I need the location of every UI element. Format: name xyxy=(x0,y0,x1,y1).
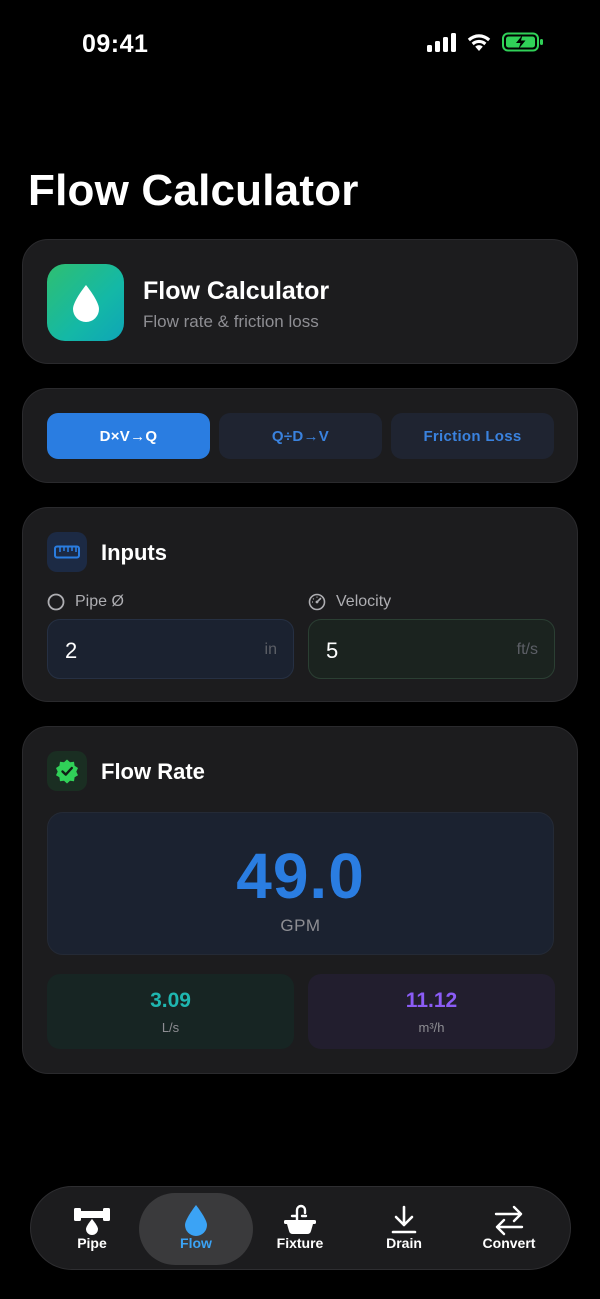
sink-icon xyxy=(280,1203,320,1237)
pipe-diameter-unit: in xyxy=(264,641,277,658)
tab-pipe[interactable]: Pipe xyxy=(35,1193,149,1265)
flow-rate-primary: 49.0 GPM xyxy=(47,812,554,955)
drain-icon xyxy=(384,1203,424,1237)
tab-drain[interactable]: Drain xyxy=(347,1193,461,1265)
verified-check-icon xyxy=(47,751,87,791)
tab-fixture[interactable]: Fixture xyxy=(243,1193,357,1265)
velocity-value: 5 xyxy=(326,638,339,663)
flow-rate-unit: GPM xyxy=(280,916,321,935)
velocity-label-text: Velocity xyxy=(336,593,392,610)
inputs-card: Inputs Pipe Ø Velocity 2 in 5 ft/s xyxy=(22,507,578,702)
mode-qdv-button[interactable]: Q÷D→V xyxy=(219,413,382,459)
flow-rate-liters-value: 3.09 xyxy=(150,989,191,1012)
flow-rate-liters-unit: L/s xyxy=(161,1020,180,1035)
status-bar: 09:41 xyxy=(0,0,600,90)
wifi-icon xyxy=(467,34,491,51)
tab-flow-label: Flow xyxy=(180,1235,212,1251)
mode-friction-loss-button[interactable]: Friction Loss xyxy=(391,413,554,459)
convert-icon xyxy=(489,1203,529,1237)
pipe-icon xyxy=(72,1203,112,1237)
pipe-diameter-label: Pipe Ø xyxy=(47,593,124,611)
water-drop-icon xyxy=(72,284,99,322)
tab-convert-label: Convert xyxy=(482,1235,536,1251)
tab-bar: Pipe Flow Fixture Drain Convert xyxy=(30,1186,571,1270)
page-title: Flow Calculator xyxy=(28,166,359,215)
flow-rate-cubic-value: 11.12 xyxy=(405,989,458,1012)
flow-rate-cubic-box: 11.12 m³/h xyxy=(308,974,555,1049)
mode-dvq-button[interactable]: D×V→Q xyxy=(47,413,210,459)
velocity-field[interactable]: 5 ft/s xyxy=(308,619,555,679)
flow-rate-card: Flow Rate 49.0 GPM 3.09 L/s 11.12 m³/h xyxy=(22,726,578,1074)
flow-rate-liters-box: 3.09 L/s xyxy=(47,974,294,1049)
flow-rate-title: Flow Rate xyxy=(101,759,205,784)
gauge-icon xyxy=(308,593,326,611)
status-icons xyxy=(427,32,544,52)
tab-pipe-label: Pipe xyxy=(77,1235,107,1251)
velocity-label: Velocity xyxy=(308,593,391,611)
drop-icon xyxy=(176,1203,216,1237)
battery-charging-icon xyxy=(502,32,543,52)
tab-fixture-label: Fixture xyxy=(276,1235,324,1251)
tab-drain-label: Drain xyxy=(386,1235,422,1251)
app-icon xyxy=(47,264,124,341)
circle-icon xyxy=(47,593,65,611)
tab-convert[interactable]: Convert xyxy=(452,1193,566,1265)
pipe-diameter-field[interactable]: 2 in xyxy=(47,619,294,679)
velocity-unit: ft/s xyxy=(516,641,538,658)
pipe-diameter-label-text: Pipe Ø xyxy=(75,593,124,610)
ruler-icon xyxy=(47,532,87,572)
mode-selector: D×V→Q Q÷D→V Friction Loss xyxy=(22,388,578,483)
flow-rate-value: 49.0 xyxy=(236,840,365,912)
header-title: Flow Calculator xyxy=(143,277,330,305)
tab-flow[interactable]: Flow xyxy=(139,1193,253,1265)
inputs-title: Inputs xyxy=(101,540,167,565)
pipe-diameter-value: 2 xyxy=(65,638,78,663)
cellular-signal-icon xyxy=(427,32,456,52)
header-subtitle: Flow rate & friction loss xyxy=(143,312,319,331)
status-time: 09:41 xyxy=(82,30,149,58)
header-card: Flow Calculator Flow rate & friction los… xyxy=(22,239,578,364)
flow-rate-cubic-unit: m³/h xyxy=(418,1020,445,1035)
